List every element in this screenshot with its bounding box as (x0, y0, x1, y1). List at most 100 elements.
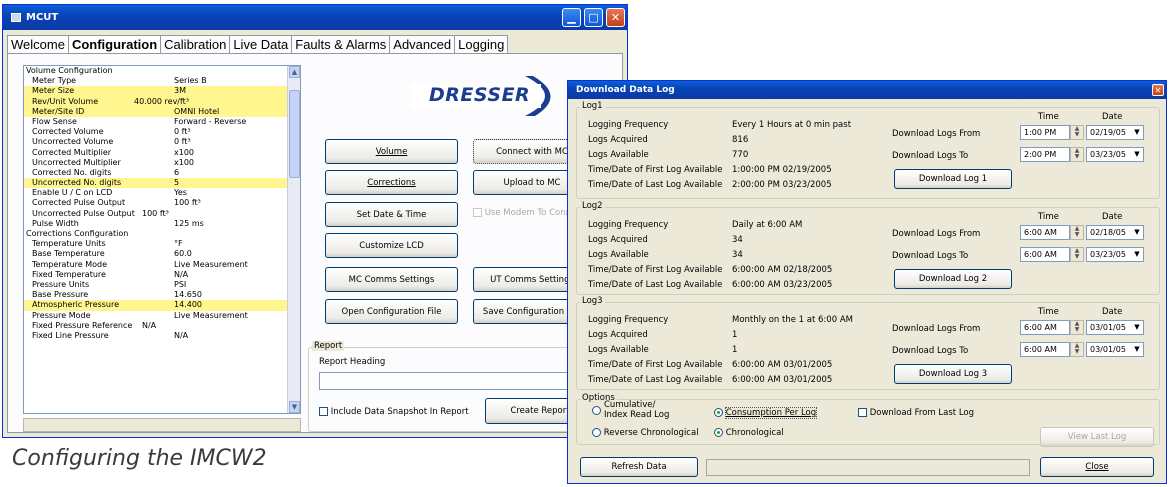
from-time-input[interactable]: 1:00 PM (1020, 125, 1070, 140)
tab-advanced[interactable]: Advanced (389, 35, 456, 53)
download-log-button[interactable]: Download Log 2 (894, 269, 1012, 289)
to-date-select[interactable]: 03/01/05 ▼ (1086, 342, 1144, 357)
to-time-spinner[interactable]: ▲ ▼ (1070, 342, 1084, 357)
scroll-thumb[interactable] (289, 90, 300, 178)
set-date-time-button[interactable]: Set Date & Time (325, 202, 458, 227)
open-configuration-button[interactable]: Open Configuration File (325, 299, 458, 324)
report-heading-input[interactable] (319, 372, 589, 390)
config-row[interactable]: Fixed Pressure Reference N/A (24, 321, 300, 331)
acq-label: Logs Acquired (588, 135, 648, 145)
mc-comms-settings-button[interactable]: MC Comms Settings (325, 267, 458, 292)
close-button[interactable]: ✕ (606, 8, 625, 27)
chevron-down-icon[interactable]: ▼ (1131, 226, 1143, 239)
refresh-data-button[interactable]: Refresh Data (580, 457, 698, 477)
maximize-button[interactable]: □ (584, 8, 603, 27)
tab-faults-alarms[interactable]: Faults & Alarms (291, 35, 391, 53)
config-row[interactable]: Atmospheric Pressure 14.400 (24, 300, 300, 311)
config-row[interactable]: Base Temperature 60.0 (24, 249, 300, 259)
tab-configuration[interactable]: Configuration (67, 35, 162, 53)
to-time-spinner[interactable]: ▲ ▼ (1070, 247, 1084, 262)
from-time-spinner[interactable]: ▲ ▼ (1070, 125, 1084, 140)
from-time-spinner[interactable]: ▲ ▼ (1070, 225, 1084, 240)
to-date-select[interactable]: 03/23/05 ▼ (1086, 247, 1144, 262)
config-row[interactable]: Base Pressure 14.650 (24, 290, 300, 300)
list-scrollbar[interactable]: ▲ ▼ (287, 66, 300, 413)
from-time-input[interactable]: 6:00 AM (1020, 225, 1070, 240)
from-time-input[interactable]: 6:00 AM (1020, 320, 1070, 335)
configuration-list[interactable]: Volume Configuration Meter Type Series B Me… (23, 65, 301, 414)
config-row[interactable]: Corrected Multiplier x100 (24, 148, 300, 158)
date-header: Date (1102, 112, 1123, 122)
config-row[interactable]: Uncorrected Multiplier x100 (24, 158, 300, 168)
cumulative-radio[interactable] (592, 406, 601, 416)
from-date-select[interactable]: 03/01/05 ▼ (1086, 320, 1144, 335)
config-row[interactable]: Pressure Mode Live Measurement (24, 311, 300, 321)
config-value: PSI (174, 279, 187, 289)
close-dialog-button[interactable]: Close (1040, 457, 1154, 477)
from-label: Download Logs From (892, 324, 981, 334)
chevron-down-icon[interactable]: ▼ (1131, 343, 1143, 356)
chevron-down-icon[interactable]: ▼ (1131, 148, 1143, 161)
to-time-spinner[interactable]: ▲ ▼ (1070, 147, 1084, 162)
config-row[interactable]: Uncorrected No. digits 5 (24, 178, 300, 189)
chevron-down-icon[interactable]: ▼ (1131, 248, 1143, 261)
config-row[interactable]: Meter Size 3M (24, 86, 300, 97)
config-key: Uncorrected No. digits (32, 178, 122, 188)
corrections-button[interactable]: Corrections (325, 170, 458, 195)
download-log-button[interactable]: Download Log 1 (894, 169, 1012, 189)
config-row[interactable]: Meter Type Series B (24, 76, 300, 86)
to-date-select[interactable]: 03/23/05 ▼ (1086, 147, 1144, 162)
config-row[interactable]: Corrected Volume 0 ft³ (24, 127, 300, 137)
config-row[interactable]: Temperature Mode Live Measurement (24, 260, 300, 270)
consumption-radio[interactable]: Consumption Per Log (714, 407, 818, 419)
reverse-radio[interactable]: Reverse Chronological (592, 428, 699, 438)
tab-calibration[interactable]: Calibration (160, 35, 231, 53)
minimize-button[interactable]: ▁ (562, 8, 581, 27)
config-row[interactable]: Corrected No. digits 6 (24, 168, 300, 178)
chevron-down-icon[interactable]: ▼ (1131, 321, 1143, 334)
date-header: Date (1102, 307, 1123, 317)
from-time-spinner[interactable]: ▲ ▼ (1070, 320, 1084, 335)
scroll-down-icon[interactable]: ▼ (289, 401, 300, 413)
config-row[interactable]: Temperature Units °F (24, 239, 300, 249)
to-time-input[interactable]: 2:00 PM (1020, 147, 1070, 162)
config-row[interactable]: Uncorrected Volume 0 ft³ (24, 137, 300, 147)
config-row[interactable]: Corrected Pulse Output 100 ft³ (24, 198, 300, 208)
dialog-close-icon[interactable]: ✕ (1152, 84, 1164, 96)
view-last-log-button[interactable]: View Last Log (1040, 427, 1154, 447)
from-date-select[interactable]: 02/18/05 ▼ (1086, 225, 1144, 240)
chevron-down-icon[interactable]: ▼ (1131, 126, 1143, 139)
customize-lcd-button[interactable]: Customize LCD (325, 233, 458, 258)
from-last-label: Download From Last Log (869, 408, 975, 418)
from-last-checkbox[interactable]: Download From Last Log (858, 408, 974, 418)
volume-button[interactable]: Volume (325, 139, 458, 164)
config-row[interactable]: Fixed Line Pressure N/A (24, 331, 300, 341)
to-time-input[interactable]: 6:00 AM (1020, 247, 1070, 262)
config-row[interactable]: Pressure Units PSI (24, 280, 300, 290)
dresser-logo: DRESSER (405, 74, 557, 118)
to-label: Download Logs To (892, 151, 969, 161)
acq-value: 816 (732, 135, 749, 145)
last-value: 6:00:00 AM 03/01/2005 (732, 375, 833, 385)
config-row[interactable]: Meter/Site ID OMNI Hotel (24, 106, 300, 117)
config-row[interactable]: Fixed Temperature N/A (24, 270, 300, 280)
to-time-input[interactable]: 6:00 AM (1020, 342, 1070, 357)
config-row[interactable]: Flow Sense Forward - Reverse (24, 117, 300, 127)
title-bar: MCUT ▁ □ ✕ (3, 5, 627, 30)
config-row[interactable]: Uncorrected Pulse Output 100 ft³ (24, 209, 300, 219)
download-log-button[interactable]: Download Log 3 (894, 364, 1012, 384)
tab-welcome[interactable]: Welcome (7, 35, 69, 53)
tab-live-data[interactable]: Live Data (229, 35, 293, 53)
config-row[interactable]: Corrections Configuration (24, 229, 300, 239)
config-row[interactable]: Volume Configuration (24, 66, 300, 76)
snapshot-checkbox[interactable]: Include Data Snapshot In Report (319, 407, 469, 417)
config-row[interactable]: Rev/Unit Volume 40.000 rev/ft³ (24, 96, 300, 107)
chronological-radio[interactable]: Chronological (714, 428, 784, 438)
config-row[interactable]: Pulse Width 125 ms (24, 219, 300, 229)
config-key: Fixed Line Pressure (32, 330, 109, 340)
from-date-select[interactable]: 02/19/05 ▼ (1086, 125, 1144, 140)
download-log-dialog: Download Data Log ✕ Log1 Logging Frequen… (567, 80, 1167, 484)
tab-logging[interactable]: Logging (454, 35, 509, 53)
config-row[interactable]: Enable U / C on LCD Yes (24, 188, 300, 198)
scroll-up-icon[interactable]: ▲ (289, 66, 300, 78)
